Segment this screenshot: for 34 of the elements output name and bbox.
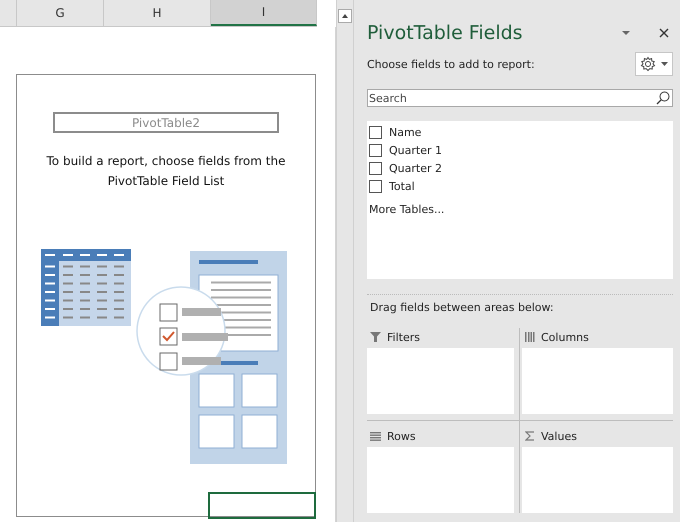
field-label[interactable]: Total xyxy=(389,180,415,192)
close-icon[interactable] xyxy=(659,28,669,38)
pivot-instructions: To build a report, choose fields from the PivotTable Field List xyxy=(46,153,286,190)
area-label: Values xyxy=(541,430,577,442)
field-checkbox[interactable] xyxy=(369,126,382,138)
drag-fields-label: Drag fields between areas below: xyxy=(370,301,555,314)
more-tables-link[interactable]: More Tables... xyxy=(369,203,671,216)
scroll-up-icon[interactable] xyxy=(338,9,352,23)
field-label[interactable]: Quarter 1 xyxy=(389,144,442,156)
panel-title: PivotTable Fields xyxy=(367,22,524,44)
tools-button[interactable] xyxy=(635,52,673,76)
search-icon[interactable] xyxy=(656,91,670,105)
caret-icon xyxy=(661,62,668,66)
field-label[interactable]: Quarter 2 xyxy=(389,162,442,174)
choose-fields-label: Choose fields to add to report: xyxy=(367,58,535,70)
sigma-icon xyxy=(525,431,535,441)
area-label: Filters xyxy=(387,330,420,344)
search-field[interactable]: Search xyxy=(367,89,673,107)
pivot-name-field: PivotTable2 xyxy=(53,112,279,133)
field-checkbox[interactable] xyxy=(369,144,382,156)
gear-icon xyxy=(640,56,656,72)
vertical-scrollbar[interactable] xyxy=(336,0,354,522)
area-label: Columns xyxy=(541,330,589,344)
columns-icon xyxy=(525,332,535,342)
field-checkbox[interactable] xyxy=(369,162,382,174)
area-label: Rows xyxy=(387,430,416,442)
rows-icon xyxy=(370,432,381,440)
field-label[interactable]: Name xyxy=(389,126,422,138)
column-header[interactable]: I xyxy=(211,0,317,26)
dropdown-icon[interactable] xyxy=(621,30,631,36)
selected-cell[interactable] xyxy=(208,492,316,519)
filter-icon xyxy=(370,332,381,342)
field-checkbox[interactable] xyxy=(369,180,382,192)
column-header[interactable]: G xyxy=(17,0,104,26)
